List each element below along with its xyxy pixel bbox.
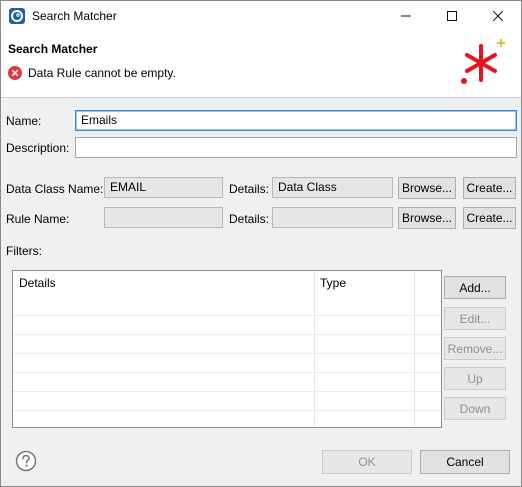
- asterisk-wizard-icon: [461, 39, 505, 84]
- ok-button[interactable]: OK: [322, 450, 412, 474]
- data-class-browse-button[interactable]: Browse...: [398, 177, 456, 199]
- data-class-label: Data Class Name:: [6, 182, 104, 196]
- rule-name-field: [104, 207, 223, 228]
- add-filter-button[interactable]: Add...: [444, 276, 506, 299]
- remove-filter-button[interactable]: Remove...: [444, 337, 506, 360]
- description-input[interactable]: [75, 137, 517, 158]
- data-class-create-button[interactable]: Create...: [463, 177, 516, 199]
- column-header-type[interactable]: Type: [314, 271, 414, 295]
- column-divider: [414, 271, 415, 427]
- column-header-details[interactable]: Details: [13, 271, 314, 295]
- error-icon: [8, 66, 22, 80]
- description-label: Description:: [6, 141, 70, 155]
- row-divider: [13, 372, 441, 373]
- name-label: Name:: [6, 114, 42, 128]
- rule-browse-button[interactable]: Browse...: [398, 207, 456, 229]
- close-icon: [493, 11, 503, 21]
- title-bar: Search Matcher: [1, 1, 521, 31]
- rule-name-label: Rule Name:: [6, 212, 70, 226]
- move-down-button[interactable]: Down: [444, 397, 506, 420]
- header-title: Search Matcher: [8, 42, 98, 56]
- row-divider: [13, 410, 441, 411]
- move-up-button[interactable]: Up: [444, 367, 506, 390]
- window-title: Search Matcher: [32, 9, 117, 23]
- minimize-icon: [401, 15, 411, 17]
- rule-details-label: Details:: [229, 212, 270, 226]
- minimize-button[interactable]: [383, 1, 429, 31]
- row-divider: [13, 391, 441, 392]
- search-matcher-dialog: Search Matcher Search Matcher Data Rule …: [0, 0, 522, 487]
- rule-create-button[interactable]: Create...: [463, 207, 516, 229]
- filters-table[interactable]: Details Type: [12, 270, 442, 428]
- data-class-details-field: Data Class: [272, 177, 393, 198]
- row-divider: [13, 334, 441, 335]
- maximize-button[interactable]: [429, 1, 475, 31]
- cancel-button[interactable]: Cancel: [420, 450, 510, 474]
- close-button[interactable]: [475, 1, 521, 31]
- maximize-icon: [447, 11, 457, 21]
- error-message: Data Rule cannot be empty.: [28, 66, 176, 80]
- dialog-header: Search Matcher Data Rule cannot be empty…: [1, 31, 521, 98]
- row-divider: [13, 353, 441, 354]
- help-icon[interactable]: [15, 450, 37, 472]
- name-input[interactable]: Emails: [75, 110, 517, 131]
- app-logo-icon: [9, 8, 25, 24]
- column-divider: [314, 271, 315, 427]
- rule-details-field: [272, 207, 393, 228]
- edit-filter-button[interactable]: Edit...: [444, 307, 506, 330]
- row-divider: [13, 315, 441, 316]
- data-class-field: EMAIL: [104, 177, 223, 198]
- data-class-details-label: Details:: [229, 182, 270, 196]
- filters-label: Filters:: [6, 244, 42, 258]
